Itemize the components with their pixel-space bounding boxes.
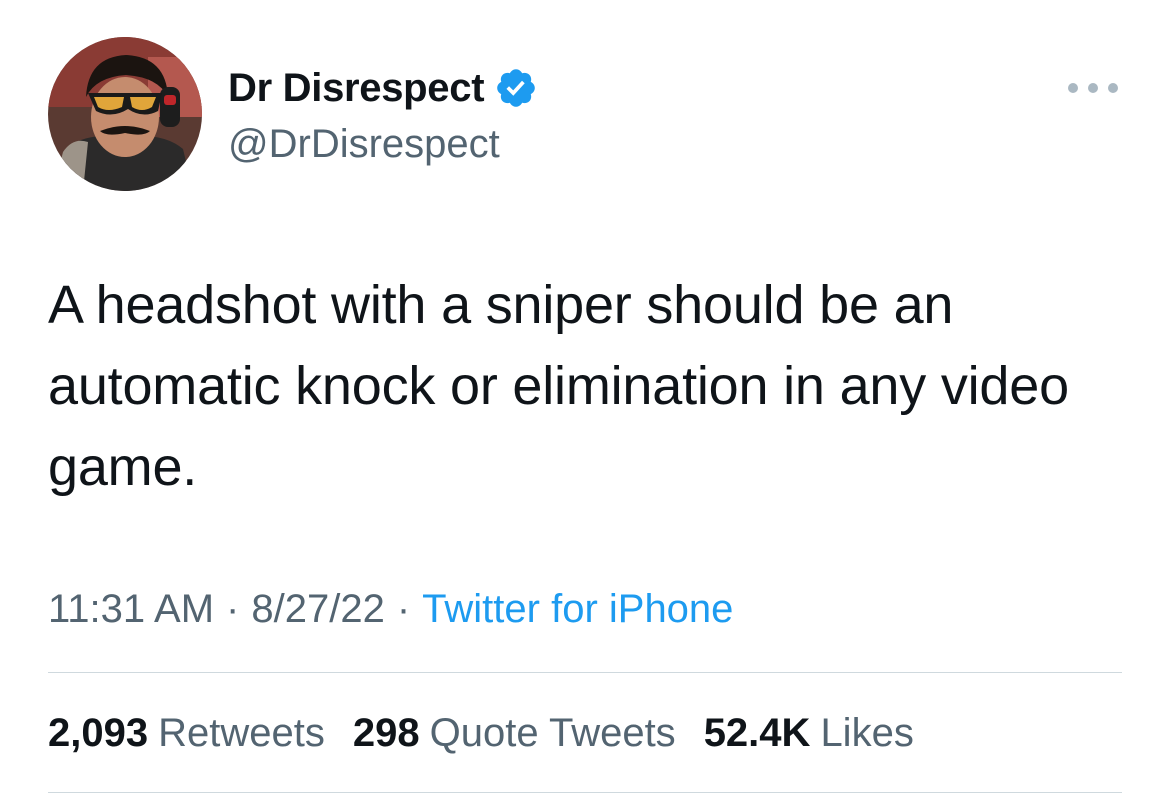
tweet-stats: 2,093 Retweets 298 Quote Tweets 52.4K Likes — [48, 709, 914, 757]
separator: · — [396, 587, 411, 631]
retweets-count: 2,093 — [48, 711, 149, 755]
tweet-time[interactable]: 11:31 AM — [48, 587, 214, 631]
quote-tweets-count: 298 — [352, 711, 420, 755]
author-display-name[interactable]: Dr Disrespect — [228, 64, 538, 112]
divider — [48, 792, 1122, 793]
retweets-label: Retweets — [158, 711, 325, 755]
separator: · — [226, 587, 240, 631]
likes-label: Likes — [820, 711, 914, 755]
likes-stat[interactable]: 52.4K Likes — [704, 709, 914, 757]
more-horizontal-icon — [1088, 83, 1098, 93]
quote-tweets-label: Quote Tweets — [429, 711, 676, 755]
divider — [48, 672, 1122, 673]
likes-count: 52.4K — [703, 711, 811, 755]
avatar-photo — [48, 37, 202, 191]
retweets-stat[interactable]: 2,093 Retweets — [48, 709, 325, 757]
tweet-text: A headshot with a sniper should be an au… — [48, 275, 1069, 497]
more-horizontal-icon — [1108, 83, 1118, 93]
tweet-date[interactable]: 8/27/22 — [251, 587, 384, 631]
avatar[interactable] — [48, 37, 202, 191]
tweet-metadata: 11:31 AM · 8/27/22 · Twitter for iPhone — [48, 585, 733, 633]
more-horizontal-icon — [1068, 83, 1078, 93]
tweet-source-link[interactable]: Twitter for iPhone — [422, 587, 733, 631]
verified-badge-icon — [494, 66, 538, 110]
display-name-text: Dr Disrespect — [228, 66, 485, 110]
quote-tweets-stat[interactable]: 298 Quote Tweets — [353, 709, 676, 757]
more-options-button[interactable] — [1068, 78, 1118, 98]
author-handle[interactable]: @DrDisrespect — [228, 120, 500, 168]
